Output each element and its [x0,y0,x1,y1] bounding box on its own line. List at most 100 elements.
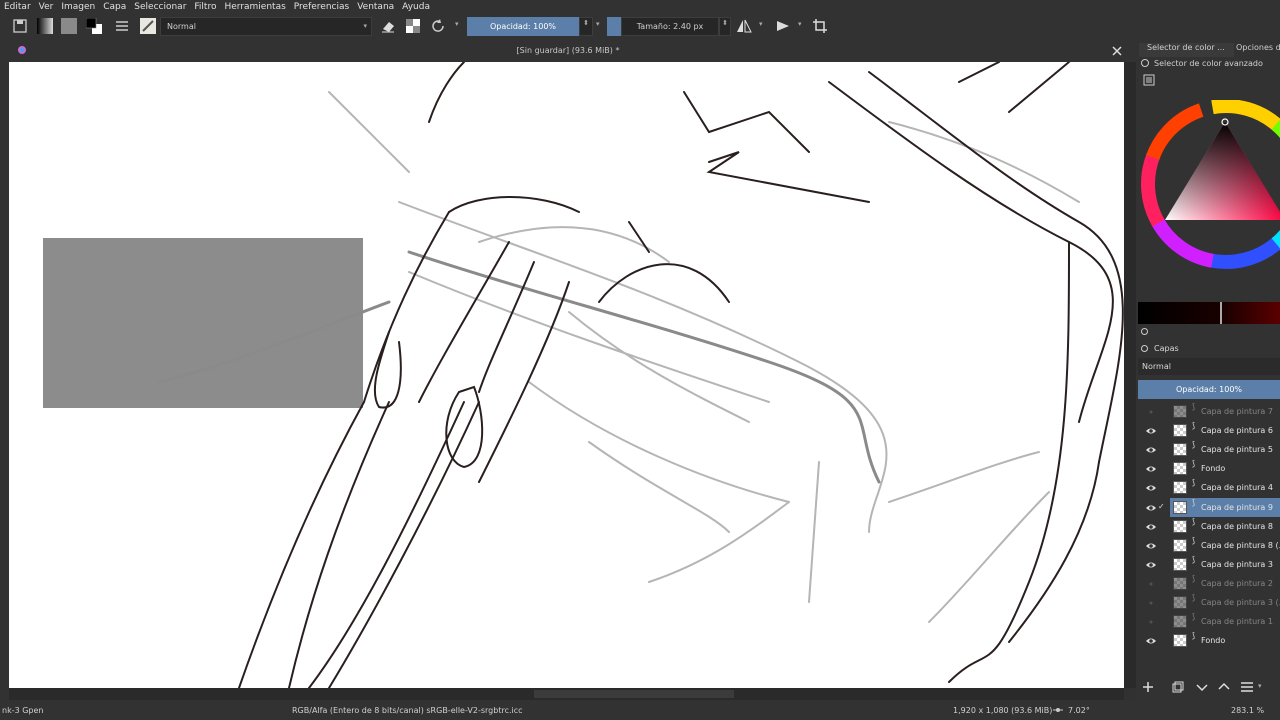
layer-row[interactable]: ⟆ Capa de pintura 1 [1138,612,1280,631]
refresh-icon[interactable] [1140,327,1149,336]
eye-icon[interactable] [1146,541,1156,551]
status-zoom[interactable]: 283.1 % [1231,706,1264,715]
gradient-icon[interactable] [37,18,53,34]
size-slider-fill[interactable] [607,17,621,36]
layer-thumbnail [1173,443,1187,457]
layers-opacity-slider[interactable]: Opacidad: 100% [1138,380,1280,399]
move-layer-up-icon[interactable] [1218,681,1230,693]
wrap-around-icon[interactable] [812,18,828,34]
tab-color-selector[interactable]: Selector de color ... [1139,43,1234,57]
rotation-icon[interactable] [1052,706,1064,714]
layer-row[interactable]: ✓ ⟆ Capa de pintura 9 [1146,497,1280,517]
tab-tool-options[interactable]: Opciones de [1236,43,1280,57]
blend-mode-select[interactable]: Normal ▾ [160,17,372,36]
mirror-horizontal-icon[interactable] [736,18,752,34]
layer-row[interactable]: ⟆ Capa de pintura 8 [1138,517,1280,536]
layer-thumbnail [1173,557,1187,571]
layer-row[interactable]: ⟆ Capa de pintura 3 (... [1138,593,1280,612]
menu-bar: Editar Ver Imagen Capa Seleccionar Filtro Herr… [0,0,1280,14]
menu-item-ver[interactable]: Ver [35,2,58,12]
eye-icon[interactable] [1146,503,1156,513]
eye-hidden-icon[interactable] [1146,579,1156,589]
menu-item-herramientas[interactable]: Herramientas [220,2,289,12]
tab-tool-options-label: Opciones de [1236,43,1280,52]
eye-hidden-icon[interactable] [1146,598,1156,608]
color-history-bar[interactable] [1138,302,1280,324]
scrollbar-thumb[interactable] [534,690,734,698]
menu-item-editar[interactable]: Editar [0,2,35,12]
menu-item-ventana[interactable]: Ventana [353,2,398,12]
eye-icon[interactable] [1146,426,1156,436]
layer-row[interactable]: ⟆ Capa de pintura 4 [1138,478,1280,497]
move-layer-down-icon[interactable] [1196,681,1208,693]
layer-row[interactable]: ⟆ Fondo [1138,631,1280,650]
chevron-down-icon[interactable]: ▾ [1258,682,1262,690]
layer-row[interactable]: ⟆ Capa de pintura 7 [1138,402,1280,421]
color-history-marker [1220,302,1222,324]
eraser-icon[interactable] [380,18,396,34]
layer-thumbnail [1173,538,1187,552]
opacity-slider[interactable]: Opacidad: 100% [467,17,579,36]
size-spin[interactable]: ⬍ [719,17,731,36]
paint-layer-icon: ⟆ [1192,421,1196,431]
eye-icon[interactable] [1146,445,1156,455]
chevron-down-icon[interactable]: ▾ [759,20,763,28]
docker-float-icon[interactable] [1140,58,1150,68]
chevron-down-icon[interactable]: ▾ [455,20,459,28]
eye-icon[interactable] [1146,560,1156,570]
paint-layer-icon: ⟆ [1192,554,1196,564]
status-rotation[interactable]: 7.02° [1068,706,1090,715]
layer-name: Capa de pintura 2 [1201,578,1273,588]
layer-row[interactable]: ⟆ Capa de pintura 2 [1138,574,1280,593]
paint-layer-icon: ⟆ [1192,612,1196,622]
menu-item-filtro[interactable]: Filtro [190,2,220,12]
duplicate-layer-icon[interactable] [1172,681,1184,693]
layer-row[interactable]: ⟆ Capa de pintura 6 [1138,421,1280,440]
layer-row[interactable]: ⟆ Fondo [1138,459,1280,478]
menu-item-ayuda[interactable]: Ayuda [398,2,434,12]
eye-icon[interactable] [1146,636,1156,646]
gray-rectangle [43,238,363,408]
fg-bg-color-icon[interactable] [86,18,102,34]
opacity-spin[interactable]: ⬍ [579,17,593,36]
docker-float-icon[interactable] [1140,344,1149,353]
eye-hidden-icon[interactable] [1146,407,1156,417]
size-slider[interactable]: Tamaño: 2.40 px [621,17,719,36]
layers-blend-select[interactable]: Normal [1138,358,1280,375]
color-wheel[interactable] [1138,100,1280,272]
drawing-canvas[interactable] [9,62,1124,688]
eye-icon[interactable] [1146,483,1156,493]
layer-thumbnail [1173,481,1187,495]
chevron-down-icon[interactable]: ▾ [596,20,600,28]
layer-properties-icon[interactable] [1240,681,1254,693]
layer-row[interactable]: ⟆ Capa de pintura 5 [1138,440,1280,459]
add-layer-icon[interactable] [1142,681,1154,693]
paint-layer-icon: ⟆ [1192,478,1196,488]
horizontal-scrollbar[interactable] [9,688,1124,700]
menu-item-preferencias[interactable]: Preferencias [290,2,353,12]
brush-presets-icon[interactable] [114,18,130,34]
spin-icon: ⬍ [583,19,589,27]
reload-preset-icon[interactable] [430,18,446,34]
settings-list-icon[interactable] [1143,74,1155,86]
menu-item-capa[interactable]: Capa [99,2,130,12]
pattern-icon[interactable] [61,18,77,34]
vertical-scrollbar[interactable] [1124,62,1136,688]
chevron-down-icon[interactable]: ▾ [798,20,802,28]
layer-name: Capa de pintura 3 (... [1201,598,1280,607]
mirror-vertical-icon[interactable] [775,18,791,34]
eye-icon[interactable] [1146,522,1156,532]
layer-row[interactable]: ⟆ Capa de pintura 8 (... [1138,536,1280,555]
close-icon[interactable] [1112,46,1122,56]
status-bar: nk-3 Gpen RGB/Alfa (Entero de 8 bits/can… [0,700,1280,720]
eye-icon[interactable] [1146,464,1156,474]
layer-thumbnail [1173,519,1187,533]
layers-blend-value: Normal [1142,362,1171,371]
alpha-lock-icon[interactable] [405,18,421,34]
menu-item-seleccionar[interactable]: Seleccionar [130,2,190,12]
save-icon[interactable] [12,18,28,34]
menu-item-imagen[interactable]: Imagen [57,2,99,12]
brush-preset-thumbnail-icon[interactable] [140,18,156,34]
eye-hidden-icon[interactable] [1146,617,1156,627]
layer-row[interactable]: ⟆ Capa de pintura 3 [1138,555,1280,574]
